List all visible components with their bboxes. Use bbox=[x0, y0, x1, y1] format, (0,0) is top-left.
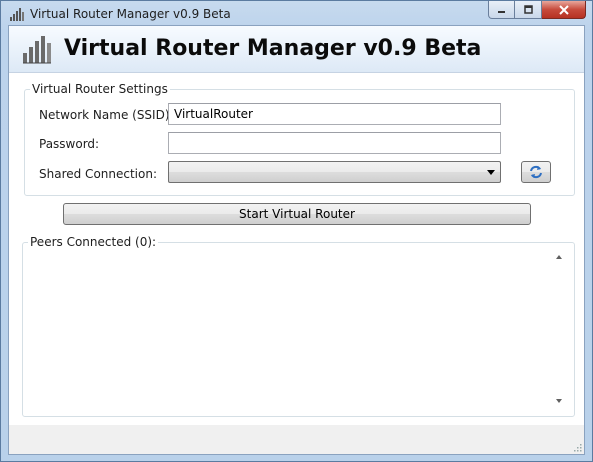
resize-grip-icon[interactable] bbox=[572, 442, 582, 452]
header-banner: Virtual Router Manager v0.9 Beta bbox=[9, 26, 584, 73]
ssid-label: Network Name (SSID): bbox=[39, 108, 174, 122]
peers-connected-label: Peers Connected (0): bbox=[28, 235, 159, 249]
ssid-input[interactable]: VirtualRouter bbox=[168, 103, 501, 125]
client-area: Virtual Router Manager v0.9 Beta Virtual… bbox=[8, 25, 585, 455]
maximize-icon bbox=[523, 5, 533, 14]
maximize-button[interactable] bbox=[515, 1, 542, 19]
settings-group-label: Virtual Router Settings bbox=[30, 82, 170, 96]
caption-buttons bbox=[488, 1, 586, 20]
peers-group: Peers Connected (0): bbox=[22, 235, 575, 417]
status-bar bbox=[9, 425, 584, 454]
refresh-connections-button[interactable] bbox=[521, 161, 551, 183]
window-title: Virtual Router Manager v0.9 Beta bbox=[30, 7, 231, 21]
start-virtual-router-button[interactable]: Start Virtual Router bbox=[63, 203, 531, 225]
dropdown-arrow-icon bbox=[487, 170, 495, 175]
signal-bars-icon bbox=[23, 36, 51, 64]
signal-bars-icon bbox=[10, 8, 24, 21]
refresh-icon bbox=[530, 165, 542, 179]
app-title: Virtual Router Manager v0.9 Beta bbox=[64, 36, 482, 61]
scroll-up-icon[interactable] bbox=[556, 255, 562, 259]
scroll-down-icon[interactable] bbox=[556, 399, 562, 403]
minimize-icon bbox=[498, 11, 505, 13]
password-label: Password: bbox=[39, 137, 100, 151]
close-icon bbox=[558, 4, 569, 15]
shared-connection-label: Shared Connection: bbox=[39, 167, 158, 181]
close-button[interactable] bbox=[542, 1, 586, 19]
app-window: Virtual Router Manager v0.9 Beta Virtual… bbox=[0, 0, 593, 462]
title-bar[interactable]: Virtual Router Manager v0.9 Beta bbox=[1, 1, 592, 25]
main-panel: Virtual Router Settings Network Name (SS… bbox=[9, 73, 584, 425]
peers-scrollbar[interactable] bbox=[551, 249, 568, 409]
minimize-button[interactable] bbox=[488, 1, 515, 19]
password-input[interactable] bbox=[168, 132, 501, 154]
shared-connection-select[interactable] bbox=[168, 161, 501, 183]
